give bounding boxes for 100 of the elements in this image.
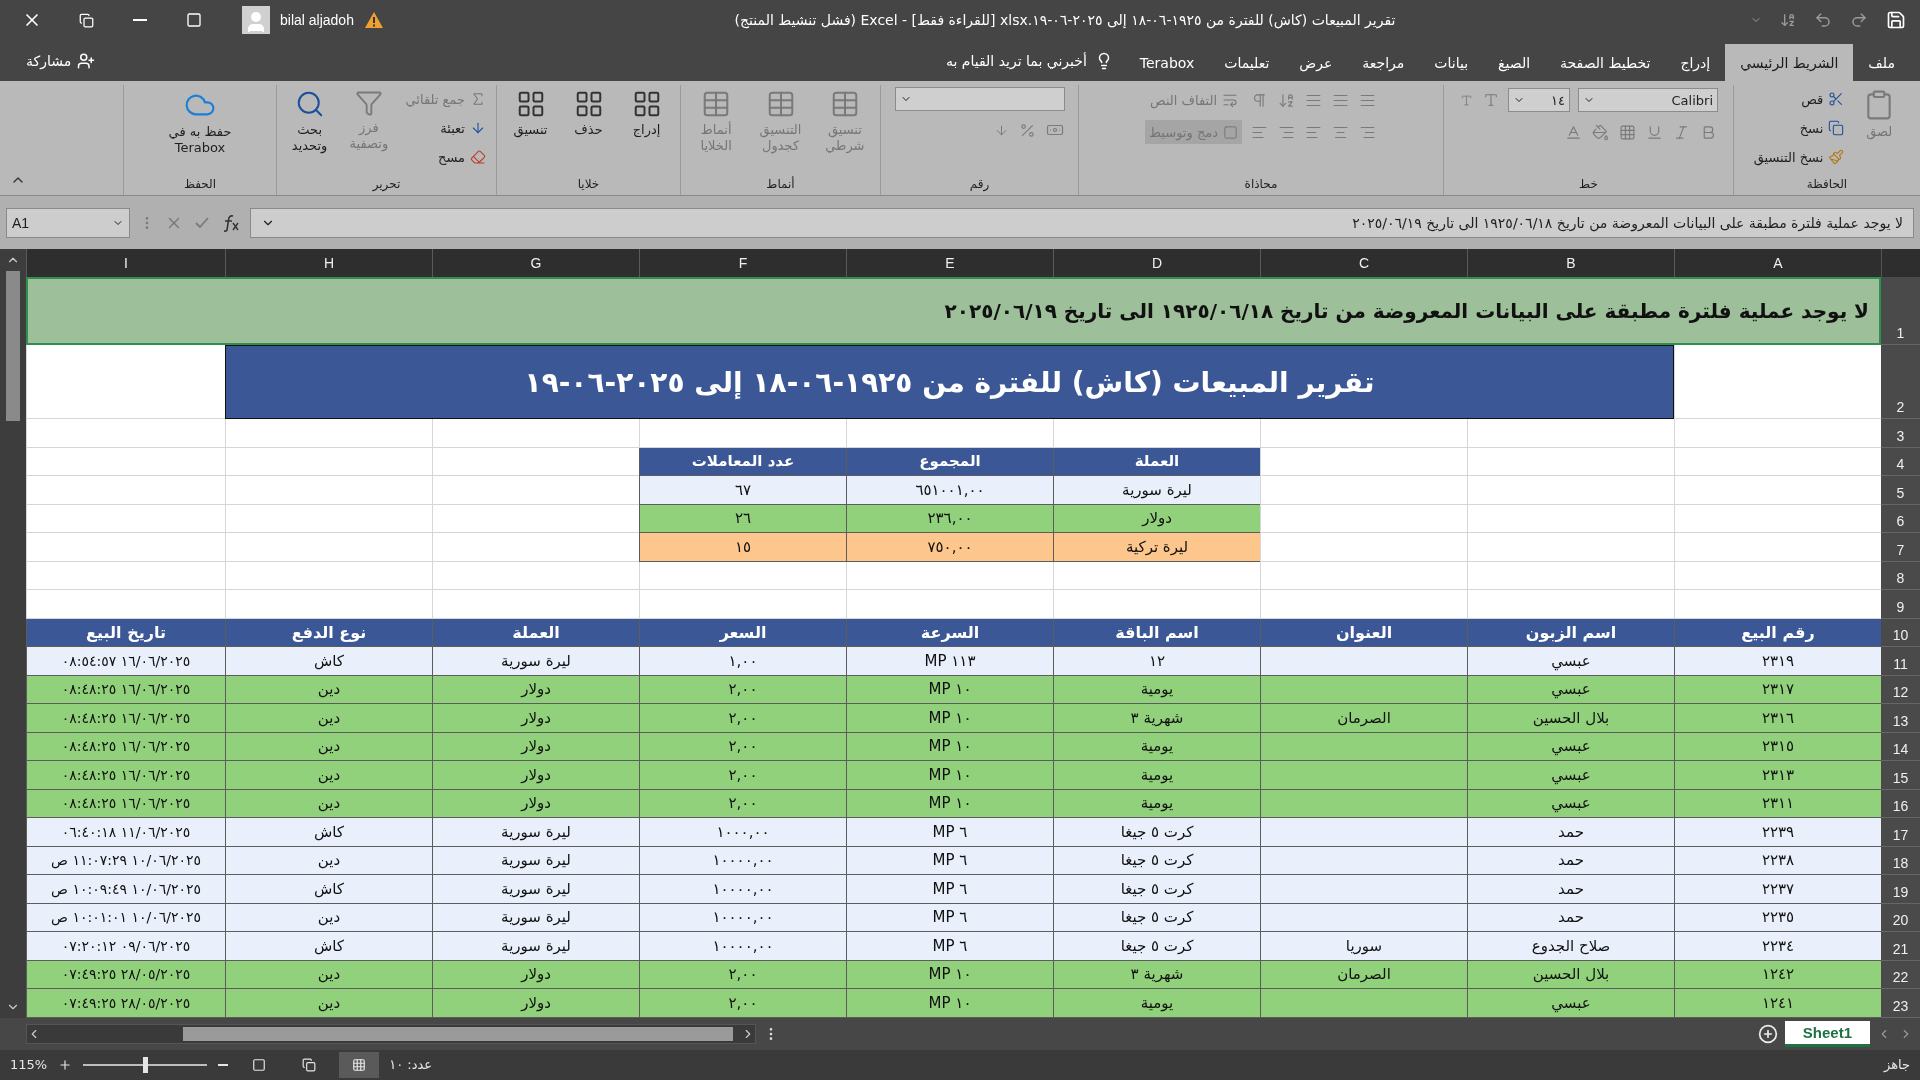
row-header[interactable]: 12 — [1881, 675, 1920, 704]
row-header[interactable]: 14 — [1881, 732, 1920, 761]
tell-me-field[interactable]: أخبرني بما تريد القيام به — [934, 40, 1125, 81]
group-label: محاذاة — [1243, 177, 1279, 193]
column-header[interactable]: I — [26, 249, 225, 277]
vertical-scrollbar[interactable] — [0, 249, 26, 1018]
save-to-cloud-button[interactable]: حفظ به في Terabox — [150, 87, 250, 159]
table-cell: عبسي — [1467, 647, 1674, 676]
column-header[interactable]: C — [1260, 249, 1467, 277]
add-sheet-button[interactable] — [1756, 1022, 1779, 1045]
table-cell: ٢٢٣٧ — [1674, 875, 1881, 904]
row-header[interactable]: 3 — [1881, 419, 1920, 448]
table-cell: سوريا — [1260, 932, 1467, 961]
grid-icon — [352, 1057, 367, 1072]
row-header[interactable]: 6 — [1881, 504, 1920, 533]
borders-button[interactable] — [1618, 122, 1637, 142]
ribbon-tab[interactable]: تعليمات — [1209, 44, 1285, 81]
italic-icon — [1673, 123, 1690, 141]
row-header[interactable]: 8 — [1881, 561, 1920, 590]
copy-button[interactable]: نسخ — [1795, 116, 1849, 140]
row-header[interactable]: 19 — [1881, 875, 1920, 904]
formula-field[interactable]: لا يوجد عملية فلترة مطبقة على البيانات المعروضة من تاريخ ١٩٢٥/٠٦/١٨ الى تاريخ ٢٠٢٥/٠٦/١٩ — [250, 207, 1914, 238]
find-select-button[interactable]: بحث وتحديد — [283, 87, 337, 157]
row-header[interactable]: 21 — [1881, 932, 1920, 961]
row-header[interactable]: 23 — [1881, 989, 1920, 1018]
table-cell: دين — [225, 989, 432, 1018]
cells-button[interactable]: إدراج — [620, 87, 673, 141]
cut-button[interactable]: قص — [1797, 87, 1849, 111]
table-cell: شهرية ٣ — [1053, 704, 1260, 733]
ribbon-tab[interactable]: الصيغ — [1483, 44, 1546, 81]
scrollbar-thumb[interactable] — [183, 1026, 733, 1041]
row-header[interactable]: 2 — [1881, 345, 1920, 419]
ribbon-tab[interactable]: Terabox — [1124, 44, 1210, 81]
share-button[interactable]: مشاركة — [20, 40, 102, 81]
table-cell: ١٠٠٠,٠٠ — [639, 818, 846, 847]
select-all-button[interactable] — [1881, 249, 1920, 277]
table-cell: كاش — [225, 875, 432, 904]
row-header[interactable]: 20 — [1881, 903, 1920, 932]
table-cell: دولار — [432, 704, 639, 733]
column-header[interactable]: E — [846, 249, 1053, 277]
ribbon-tab[interactable]: ملف — [1853, 44, 1910, 81]
column-header[interactable]: A — [1674, 249, 1881, 277]
table-cell: ٦ MP — [846, 818, 1053, 847]
zoom-level[interactable]: 115% — [10, 1057, 48, 1072]
table-cell: كاش — [225, 647, 432, 676]
slider-thumb[interactable] — [143, 1056, 149, 1073]
ribbon-tab[interactable]: عرض — [1284, 44, 1348, 81]
column-header[interactable]: F — [639, 249, 846, 277]
column-header[interactable]: G — [432, 249, 639, 277]
percent-icon — [1018, 121, 1036, 139]
ribbon-tab[interactable]: تخطيط الصفحة — [1545, 44, 1666, 81]
restore-icon — [78, 12, 94, 28]
status-count: عدد: ١٠ — [389, 1057, 433, 1072]
ribbon-tab[interactable]: بيانات — [1419, 44, 1484, 81]
column-header[interactable]: D — [1053, 249, 1260, 277]
format-painter-button[interactable]: نسخ التنسيق — [1749, 145, 1849, 169]
row-header[interactable]: 15 — [1881, 761, 1920, 790]
sigma-icon — [470, 91, 486, 107]
grow-font-button[interactable] — [1482, 91, 1500, 109]
row-header[interactable]: 10 — [1881, 618, 1920, 647]
plus-icon — [58, 1057, 73, 1072]
window-title: تقرير المبيعات (كاش) للفترة من ١٩٢٥-٠٦-١٨ إلى ٢٠٢٥-٠٦-١٩.xlsx [للقراءة فقط] - Excel (فشل تنشيط المنتج) — [733, 12, 1397, 28]
row-header[interactable]: 1 — [1881, 277, 1920, 345]
row-header[interactable]: 11 — [1881, 647, 1920, 676]
ribbon-tab[interactable]: الشريط الرئيسي — [1725, 44, 1854, 81]
cells-button[interactable]: تنسيق — [504, 87, 557, 141]
row-header[interactable]: 13 — [1881, 704, 1920, 733]
table-cell: دولار — [432, 989, 639, 1018]
table-cell: ١٠/٠٦/٢٠٢٥ ١٠:٠٩:٤٩ ص — [26, 875, 225, 904]
clear-button[interactable]: مسح — [434, 145, 490, 169]
sheet-tab[interactable]: Sheet1 — [1784, 1020, 1870, 1047]
name-box[interactable]: A1 — [6, 207, 130, 238]
table-cell: عبسي — [1467, 989, 1674, 1018]
row-header[interactable]: 22 — [1881, 960, 1920, 989]
group-label: خلايا — [576, 177, 601, 193]
column-header[interactable]: B — [1467, 249, 1674, 277]
function-icon — [221, 213, 241, 232]
horizontal-scrollbar[interactable] — [26, 1023, 756, 1044]
row-header[interactable]: 7 — [1881, 533, 1920, 562]
scrollbar-thumb[interactable] — [6, 271, 20, 421]
row-header[interactable]: 5 — [1881, 476, 1920, 505]
filter-icon — [354, 89, 383, 117]
row-header[interactable]: 16 — [1881, 789, 1920, 818]
table-cell: ليرة سورية — [432, 875, 639, 904]
cells-button[interactable]: حذف — [562, 87, 615, 141]
ribbon-tab[interactable]: إدراج — [1665, 44, 1726, 81]
number-format-field[interactable] — [894, 87, 1065, 111]
normal-view-button[interactable] — [339, 1051, 380, 1078]
row-header[interactable]: 9 — [1881, 590, 1920, 619]
row-header[interactable]: 4 — [1881, 447, 1920, 476]
row-header[interactable]: 18 — [1881, 846, 1920, 875]
column-header[interactable]: H — [225, 249, 432, 277]
font-size-field[interactable]: ١٤ — [1508, 88, 1570, 112]
fill-button[interactable]: تعبئة — [436, 116, 490, 140]
font-name-field[interactable]: Calibri — [1578, 88, 1718, 112]
fill-color-button[interactable] — [1591, 122, 1610, 142]
group-label: تحرير — [371, 177, 402, 194]
ribbon-tab[interactable]: مراجعة — [1347, 44, 1420, 81]
row-header[interactable]: 17 — [1881, 818, 1920, 847]
table-cell: كرت ٥ جيغا — [1053, 818, 1260, 847]
